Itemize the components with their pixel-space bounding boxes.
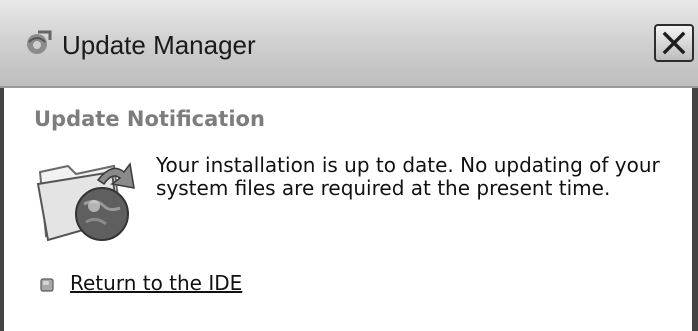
title-bar[interactable]: Update Manager — [0, 0, 698, 88]
close-button[interactable] — [654, 24, 694, 62]
window-border-left — [0, 88, 4, 331]
window-border-right — [692, 88, 698, 331]
status-message: Your installation is up to date. No upda… — [156, 153, 660, 200]
window-title: Update Manager — [62, 30, 256, 60]
update-manager-icon — [27, 30, 52, 54]
update-notification-heading: Update Notification — [34, 107, 265, 131]
return-to-ide-link[interactable]: Return to the IDE — [70, 271, 242, 295]
bullet-square-icon — [40, 278, 54, 292]
close-icon — [662, 31, 686, 55]
update-manager-window: Update Manager Update Notification Your … — [0, 0, 698, 331]
folder-globe-icon — [36, 162, 135, 242]
